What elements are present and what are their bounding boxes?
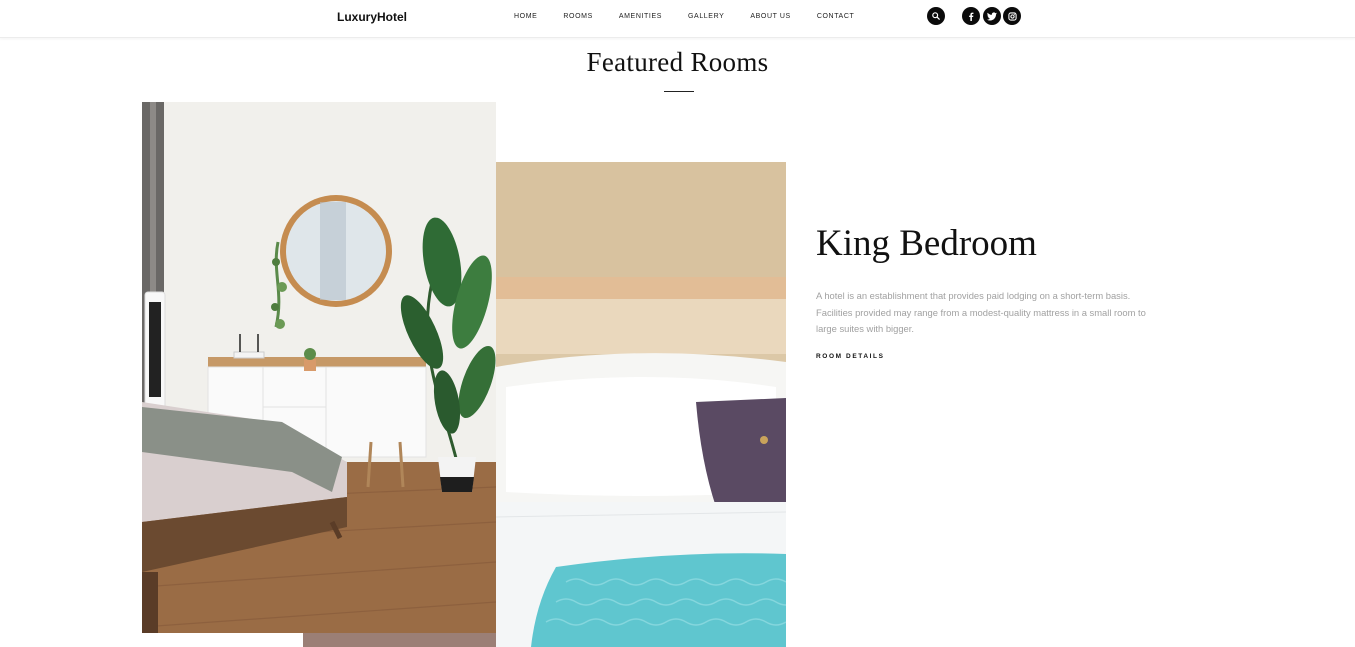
- photo-backdrop-strip: [303, 633, 496, 647]
- site-logo[interactable]: LuxuryHotel: [337, 10, 407, 24]
- instagram-icon: [1007, 11, 1017, 21]
- search-button[interactable]: [927, 7, 945, 25]
- nav-contact[interactable]: CONTACT: [817, 13, 855, 20]
- room-photo-bed-closeup: [496, 162, 786, 647]
- room-description: A hotel is an establishment that provide…: [816, 290, 1146, 334]
- instagram-link[interactable]: [1003, 7, 1021, 25]
- main-nav: HOME ROOMS AMENITIES GALLERY ABOUT US CO…: [514, 13, 880, 20]
- nav-home[interactable]: HOME: [514, 13, 537, 20]
- bedroom-photo-illustration: [142, 102, 496, 633]
- twitter-link[interactable]: [983, 7, 1001, 25]
- room-name: King Bedroom: [816, 223, 1037, 264]
- nav-gallery[interactable]: GALLERY: [688, 13, 724, 20]
- twitter-icon: [987, 11, 997, 21]
- room-details-link[interactable]: ROOM DETAILS: [816, 353, 885, 360]
- facebook-link[interactable]: [962, 7, 980, 25]
- title-divider: [664, 91, 694, 92]
- bed-closeup-illustration: [496, 162, 786, 647]
- section-title: Featured Rooms: [586, 47, 769, 77]
- nav-rooms[interactable]: ROOMS: [563, 13, 592, 20]
- facebook-icon: [967, 12, 975, 21]
- room-photo-bedroom: [142, 102, 496, 633]
- search-icon: [932, 12, 940, 20]
- nav-amenities[interactable]: AMENITIES: [619, 13, 662, 20]
- site-header: LuxuryHotel HOME ROOMS AMENITIES GALLERY…: [0, 0, 1355, 38]
- nav-about-us[interactable]: ABOUT US: [750, 13, 790, 20]
